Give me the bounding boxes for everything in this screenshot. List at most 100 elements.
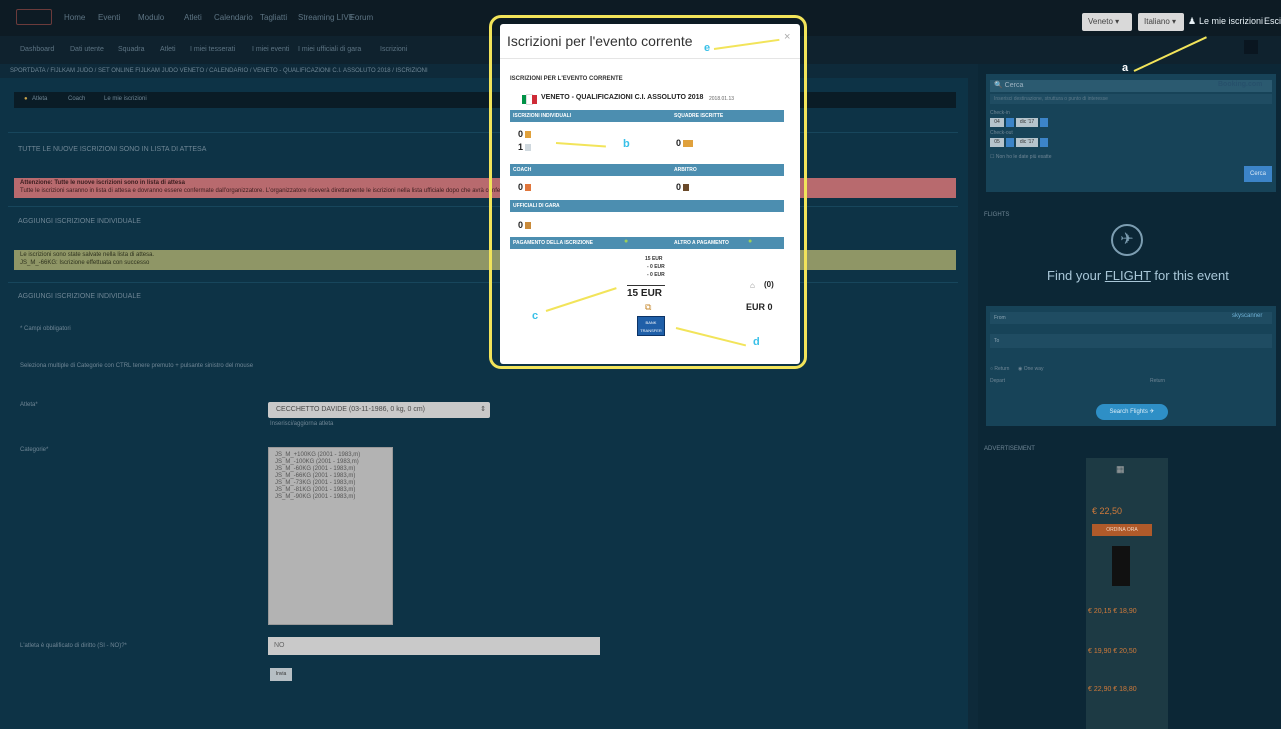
subnav-tesserati[interactable]: I miei tesserati xyxy=(190,46,235,53)
subnav-squadra[interactable]: Squadra xyxy=(118,46,144,53)
ad-price: € 22,50 xyxy=(1092,506,1123,516)
depart-label: Depart xyxy=(990,378,1006,384)
waiting-list-title: TUTTE LE NUOVE ISCRIZIONI SONO IN LISTA … xyxy=(18,146,207,153)
annotation-a: a xyxy=(1122,62,1129,74)
success-line-1: Le iscrizioni sono state salvate nella l… xyxy=(20,252,155,258)
user-icon: ♟ xyxy=(1188,16,1197,26)
ad-prices-row: € 22,90 € 18,80 xyxy=(1088,686,1137,693)
categorie-label: Categorie* xyxy=(20,447,49,453)
subnav-dashboard[interactable]: Dashboard xyxy=(20,46,54,53)
category-option[interactable]: JS_M_-100KG (2001 - 1983,m) xyxy=(275,459,386,466)
extra-icon[interactable] xyxy=(1244,40,1258,54)
ad-banner[interactable]: ▦ € 22,50 ORDINA ORA € 20,15 € 18,90 € 1… xyxy=(1086,458,1168,729)
booking-search-button[interactable]: Cerca xyxy=(1244,166,1272,182)
multi-select-hint: Seleziona multiple di Categorie con CTRL… xyxy=(20,363,254,369)
success-alert: Le iscrizioni sono state salvate nella l… xyxy=(14,250,956,270)
divider xyxy=(8,206,958,207)
to-input[interactable]: To xyxy=(990,334,1272,348)
airplane-icon: ✈ xyxy=(1111,224,1143,256)
atleta-label: Atleta* xyxy=(20,402,38,408)
annotation-c: c xyxy=(532,310,539,322)
logout-link[interactable]: Esci xyxy=(1264,16,1281,26)
calendar-icon[interactable] xyxy=(1040,138,1048,147)
select-arrow-icon: ⇕ xyxy=(480,406,486,413)
booking-widget: 🔍 Cerca Booking.com Inserisci destinazio… xyxy=(986,74,1276,192)
atleta-select[interactable]: CECCHETTO DAVIDE (03-11-1986, 0 kg, 0 cm… xyxy=(268,402,490,418)
skyscanner-widget: From skyscanner To ○ Return ◉ One way De… xyxy=(986,306,1276,426)
annotation-e: e xyxy=(704,42,711,54)
divider xyxy=(8,132,958,133)
ad-prices-row: € 19,90 € 20,50 xyxy=(1088,648,1137,655)
calendar-icon[interactable] xyxy=(1006,138,1014,147)
my-registrations-link[interactable]: Le mie iscrizioni xyxy=(1199,16,1263,26)
subnav-eventi[interactable]: I miei eventi xyxy=(252,46,289,53)
nav-modulo[interactable]: Modulo xyxy=(138,13,164,22)
flight-link[interactable]: FLIGHT xyxy=(1105,268,1151,283)
nav-tagliatti[interactable]: Tagliatti xyxy=(260,13,287,22)
no-dates-checkbox[interactable]: ☐ Non ho le date più esatte xyxy=(990,154,1051,160)
required-note: * Campi obbligatori xyxy=(20,326,71,332)
return-radio[interactable]: ○ Return xyxy=(990,366,1009,372)
qualified-label: L'atleta è qualificato di diritto (SI - … xyxy=(20,643,127,649)
checkin-day[interactable]: 04 xyxy=(990,118,1004,127)
category-option[interactable]: JS_M_-90KG (2001 - 1983,m) xyxy=(275,494,386,501)
brand-logo-icon: ▦ xyxy=(1116,464,1125,474)
warning-title: Attenzione: Tutte le nuove iscrizioni so… xyxy=(20,180,185,186)
category-option[interactable]: JS_M_-81KG (2001 - 1983,m) xyxy=(275,487,386,494)
nav-atleti[interactable]: Atleti xyxy=(184,13,202,22)
category-option[interactable]: JS_M_-60KG (2001 - 1983,m) xyxy=(275,466,386,473)
category-option[interactable]: JS_M_+100KG (2001 - 1983,m) xyxy=(275,452,386,459)
booking-logo: Booking.com xyxy=(1218,81,1263,88)
booking-destination[interactable]: Inserisci destinazione, struttura o punt… xyxy=(990,94,1272,104)
send-button[interactable]: Invia xyxy=(270,668,292,681)
subnav-dati-utente[interactable]: Dati utente xyxy=(70,46,104,53)
calendar-icon[interactable] xyxy=(1040,118,1048,127)
nav-eventi[interactable]: Eventi xyxy=(98,13,120,22)
subnav-atleti[interactable]: Atleti xyxy=(160,46,176,53)
search-flights-button[interactable]: Search Flights ✈ xyxy=(1096,404,1168,420)
qualified-input[interactable]: NO xyxy=(268,637,600,655)
add-individual-title-1: AGGIUNGI ISCRIZIONE INDIVIDUALE xyxy=(18,218,141,225)
tab-coach[interactable]: Coach xyxy=(68,96,85,102)
category-option[interactable]: JS_M_-66KG (2001 - 1983,m) xyxy=(275,473,386,480)
language-select[interactable]: Italiano ▾ xyxy=(1138,13,1184,31)
categories-listbox[interactable]: JS_M_+100KG (2001 - 1983,m) JS_M_-100KG … xyxy=(268,447,393,625)
breadcrumb: SPORTDATA / FIJLKAM JUDO / SET ONLINE FI… xyxy=(10,68,428,74)
from-input[interactable]: From xyxy=(990,312,1272,324)
nav-streaming[interactable]: Streaming LIVE xyxy=(298,13,354,22)
checkin-month[interactable]: dic '17 xyxy=(1016,118,1038,127)
skyscanner-logo: skyscanner xyxy=(1232,313,1263,319)
atleta-refresh-link[interactable]: Inserisci/aggiorna atleta xyxy=(270,421,333,427)
ad-cta-button[interactable]: ORDINA ORA xyxy=(1092,524,1152,536)
flight-promo-text: Find your FLIGHT for this event xyxy=(1047,268,1229,283)
one-way-radio[interactable]: ◉ One way xyxy=(1018,366,1044,372)
atleta-icon: ● xyxy=(24,96,28,102)
subnav-ufficiali[interactable]: I miei ufficiali di gara xyxy=(298,46,361,53)
site-logo[interactable] xyxy=(16,9,52,25)
ad-title: ADVERTISEMENT xyxy=(984,446,1035,452)
calendar-icon[interactable] xyxy=(1006,118,1014,127)
ad-prices-row: € 20,15 € 18,90 xyxy=(1088,608,1137,615)
checkout-label: Check-out xyxy=(990,130,1013,136)
warning-text: Tutte le iscrizioni saranno in lista di … xyxy=(20,188,518,194)
checkout-day[interactable]: 05 xyxy=(990,138,1004,147)
annotation-d: d xyxy=(753,336,760,348)
subnav-iscrizioni[interactable]: Iscrizioni xyxy=(380,46,407,53)
warning-alert: Attenzione: Tutte le nuove iscrizioni so… xyxy=(14,178,956,198)
tab-mie-iscrizioni[interactable]: Le mie iscrizioni xyxy=(104,96,147,102)
checkout-month[interactable]: dic '17 xyxy=(1016,138,1038,147)
annotation-b: b xyxy=(623,138,630,150)
checkin-label: Check-in xyxy=(990,110,1010,116)
nav-forum[interactable]: Forum xyxy=(350,13,373,22)
flights-title: FLIGHTS xyxy=(984,212,1010,218)
category-option[interactable]: JS_M_-73KG (2001 - 1983,m) xyxy=(275,480,386,487)
add-individual-title-2: AGGIUNGI ISCRIZIONE INDIVIDUALE xyxy=(18,293,141,300)
return-date-label: Return xyxy=(1150,378,1166,384)
tab-atleta[interactable]: Atleta xyxy=(32,96,47,102)
region-select[interactable]: Veneto ▾ xyxy=(1082,13,1132,31)
product-image xyxy=(1112,546,1130,586)
success-line-2: JS_M_-66KG: Iscrizione effettuata con su… xyxy=(20,260,150,266)
registration-type-bar: ● Atleta Coach Le mie iscrizioni xyxy=(14,92,956,108)
nav-home[interactable]: Home xyxy=(64,13,85,22)
nav-calendario[interactable]: Calendario xyxy=(214,13,253,22)
